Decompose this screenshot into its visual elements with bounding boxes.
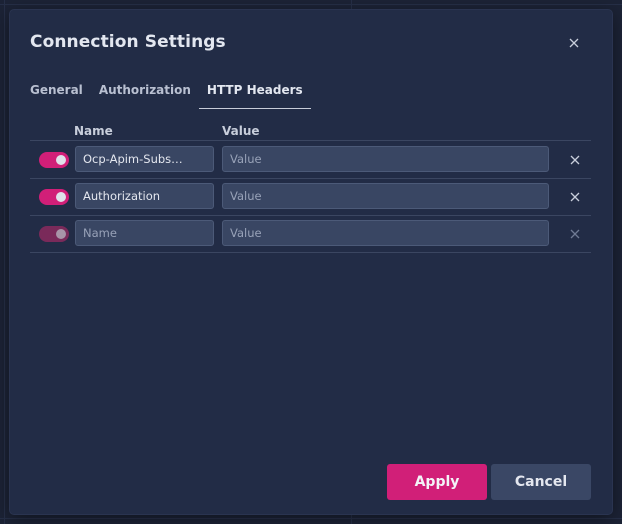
close-icon [570,192,580,202]
header-enabled-toggle[interactable] [39,189,69,205]
header-value-input[interactable] [222,183,549,209]
header-row-new [30,215,591,253]
dialog-close-button[interactable] [563,32,585,54]
backdrop-gridline [0,518,622,519]
tab-http-headers[interactable]: HTTP Headers [198,82,311,109]
tab-authorization[interactable]: Authorization [99,82,191,108]
header-row [30,178,591,216]
delete-header-button[interactable] [567,152,583,168]
header-name-input[interactable] [75,146,214,172]
backdrop-gridline [4,0,5,524]
header-row [30,141,591,179]
delete-header-button[interactable] [567,189,583,205]
toggle-knob [56,155,66,165]
settings-tabs: General Authorization HTTP Headers [30,82,327,109]
header-name-input[interactable] [75,220,214,246]
header-value-input[interactable] [222,146,549,172]
header-name-input[interactable] [75,183,214,209]
toggle-knob [56,192,66,202]
toggle-knob [56,229,66,239]
dialog-title: Connection Settings [30,32,226,52]
cancel-button[interactable]: Cancel [491,464,591,500]
header-enabled-toggle[interactable] [39,152,69,168]
tab-general[interactable]: General [30,82,83,108]
close-icon [570,229,580,239]
delete-header-button[interactable] [567,226,583,242]
header-enabled-toggle[interactable] [39,226,69,242]
header-value-input[interactable] [222,220,549,246]
close-icon [569,38,579,48]
close-icon [570,155,580,165]
column-header-value: Value [222,124,260,138]
column-header-name: Name [74,124,113,138]
connection-settings-dialog: Connection Settings General Authorizatio… [10,10,612,514]
backdrop-gridline [0,4,622,5]
apply-button[interactable]: Apply [387,464,487,500]
